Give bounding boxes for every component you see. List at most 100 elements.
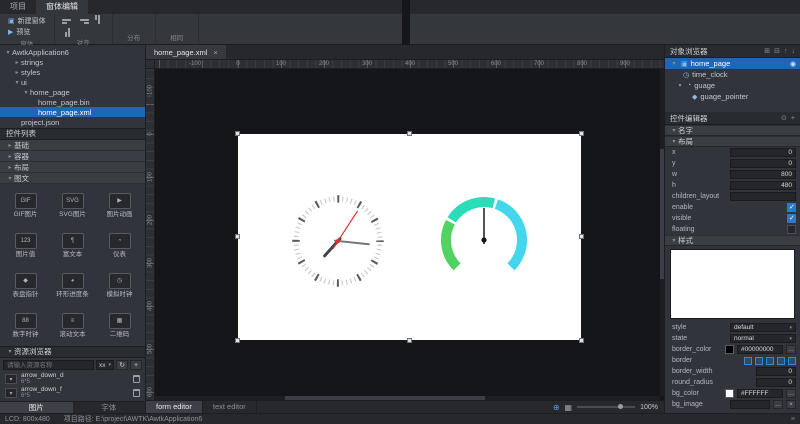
- selection-handle[interactable]: [235, 131, 240, 136]
- tree-item-styles[interactable]: styles: [0, 67, 145, 77]
- widget-item-image-value[interactable]: 123 图片值: [2, 225, 49, 265]
- widget-item-gauge-pointer[interactable]: ◆ 表盘指针: [2, 265, 49, 305]
- border-top-toggle[interactable]: [766, 357, 774, 365]
- tree-item-project-json[interactable]: project.json: [0, 117, 145, 127]
- resource-browser-header[interactable]: 资源浏览器: [0, 346, 145, 358]
- new-form-button[interactable]: ▣ 新建窗体: [6, 16, 48, 26]
- expander-icon[interactable]: [6, 164, 14, 171]
- border-right-toggle[interactable]: [755, 357, 763, 365]
- section-layout[interactable]: 布局: [665, 136, 800, 147]
- refresh-button[interactable]: ↻: [116, 360, 128, 370]
- browse-image-button[interactable]: …: [773, 400, 783, 409]
- widget-item-svg-image[interactable]: SVG SVG图片: [49, 185, 96, 225]
- widget-item-qr-code[interactable]: ▦ 二维码: [96, 305, 143, 345]
- gauge-widget[interactable]: [434, 190, 534, 290]
- visible-checkbox[interactable]: [787, 214, 796, 223]
- expander-icon[interactable]: [13, 59, 21, 66]
- document-tab-home-page-xml[interactable]: home_page.xml ×: [146, 45, 226, 59]
- widget-section-layout[interactable]: 布局: [0, 162, 145, 173]
- selection-handle[interactable]: [579, 338, 584, 343]
- border-width-input[interactable]: 0: [756, 367, 796, 376]
- tab-images[interactable]: 图片: [0, 402, 73, 413]
- bg-color-input[interactable]: #FFFFFF: [737, 389, 783, 398]
- selection-handle[interactable]: [235, 338, 240, 343]
- selection-handle[interactable]: [407, 131, 412, 136]
- move-down-icon[interactable]: ↓: [792, 48, 796, 55]
- add-resource-button[interactable]: +: [130, 360, 142, 370]
- expander-icon[interactable]: [670, 60, 678, 67]
- expander-icon[interactable]: [13, 69, 21, 76]
- widget-section-image-text[interactable]: 图文: [0, 173, 145, 184]
- border-color-swatch[interactable]: [725, 345, 734, 354]
- expander-icon[interactable]: [670, 127, 678, 134]
- expander-icon[interactable]: [22, 89, 30, 96]
- align-left-icon[interactable]: [62, 17, 74, 25]
- expander-icon[interactable]: [676, 82, 684, 89]
- prop-h-input[interactable]: 480: [730, 181, 796, 190]
- expander-icon[interactable]: [6, 175, 14, 182]
- add-property-icon[interactable]: +: [791, 115, 795, 122]
- expander-icon[interactable]: [670, 138, 678, 145]
- bg-color-swatch[interactable]: [725, 389, 734, 398]
- expander-icon[interactable]: [6, 346, 14, 358]
- prop-y-input[interactable]: 0: [730, 159, 796, 168]
- prop-x-input[interactable]: 0: [730, 148, 796, 157]
- widget-section-basic[interactable]: 基础: [0, 140, 145, 151]
- menu-form-edit[interactable]: 窗体编辑: [36, 0, 88, 14]
- widget-item-progress-circle[interactable]: ◕ 环形进度条: [49, 265, 96, 305]
- color-picker-button[interactable]: …: [786, 345, 796, 354]
- border-bottom-toggle[interactable]: [777, 357, 785, 365]
- prop-w-input[interactable]: 800: [730, 170, 796, 179]
- resource-filter-dropdown[interactable]: xx ▾: [96, 360, 114, 370]
- expander-icon[interactable]: [670, 237, 678, 244]
- tree-item-home-page-xml[interactable]: home_page.xml: [0, 107, 145, 117]
- selection-handle[interactable]: [579, 234, 584, 239]
- selection-handle[interactable]: [407, 338, 412, 343]
- visibility-icon[interactable]: ◉: [790, 60, 796, 68]
- resource-item[interactable]: ▾ arrow_down_f 6*5: [0, 386, 145, 400]
- section-style[interactable]: 样式: [665, 235, 800, 246]
- align-top-icon[interactable]: [94, 15, 102, 27]
- object-node-time-clock[interactable]: ◷ time_clock: [665, 69, 800, 80]
- move-up-icon[interactable]: ↑: [784, 48, 788, 55]
- widget-item-time-clock[interactable]: ◷ 模拟时钟: [96, 265, 143, 305]
- zoom-slider-handle[interactable]: [618, 404, 623, 409]
- tree-item-home-page[interactable]: home_page: [0, 87, 145, 97]
- object-node-home-page[interactable]: ▣ home_page ◉: [665, 58, 800, 69]
- expander-icon[interactable]: [13, 79, 21, 86]
- enable-checkbox[interactable]: [787, 203, 796, 212]
- expander-icon[interactable]: [6, 153, 14, 160]
- clear-image-button[interactable]: ×: [786, 400, 796, 409]
- tab-text-editor[interactable]: text editor: [203, 401, 257, 413]
- widget-section-container[interactable]: 容器: [0, 151, 145, 162]
- round-radius-input[interactable]: 0: [756, 378, 796, 387]
- statusbar-menu-icon[interactable]: ≡: [791, 416, 795, 423]
- preview-button[interactable]: ▶ 预览: [6, 27, 48, 37]
- tab-form-editor[interactable]: form editor: [146, 401, 203, 413]
- time-clock-widget[interactable]: [288, 191, 388, 291]
- color-picker-button[interactable]: …: [786, 389, 796, 398]
- widget-item-image-animation[interactable]: ▶ 图片动画: [96, 185, 143, 225]
- widget-item-rich-text[interactable]: ¶ 富文本: [49, 225, 96, 265]
- object-node-guage-pointer[interactable]: ◆ guage_pointer: [665, 91, 800, 102]
- object-node-guage[interactable]: ◔ guage: [665, 80, 800, 91]
- tree-root-awtkapplication6[interactable]: AwtkApplication6: [0, 47, 145, 57]
- border-color-input[interactable]: #00000000: [737, 345, 783, 354]
- menu-project[interactable]: 项目: [0, 0, 36, 14]
- delete-resource-icon[interactable]: [133, 375, 140, 383]
- resource-item[interactable]: ▾ arrow_down_d 6*5: [0, 372, 145, 386]
- state-select[interactable]: normal ▾: [730, 334, 796, 343]
- style-select[interactable]: default ▾: [730, 323, 796, 332]
- selection-handle[interactable]: [579, 131, 584, 136]
- tree-item-ui[interactable]: ui: [0, 77, 145, 87]
- form-canvas[interactable]: [238, 134, 581, 340]
- widget-item-digit-clock[interactable]: 88 数字时钟: [2, 305, 49, 345]
- grid-toggle-icon[interactable]: ▦: [565, 403, 573, 412]
- floating-checkbox[interactable]: [787, 225, 796, 234]
- selection-handle[interactable]: [235, 234, 240, 239]
- tree-item-home-page-bin[interactable]: home_page.bin: [0, 97, 145, 107]
- collapse-all-icon[interactable]: ⊟: [774, 47, 780, 55]
- align-bottom-icon[interactable]: [64, 25, 72, 37]
- prop-children-layout-input[interactable]: [730, 192, 796, 201]
- delete-resource-icon[interactable]: [133, 389, 140, 397]
